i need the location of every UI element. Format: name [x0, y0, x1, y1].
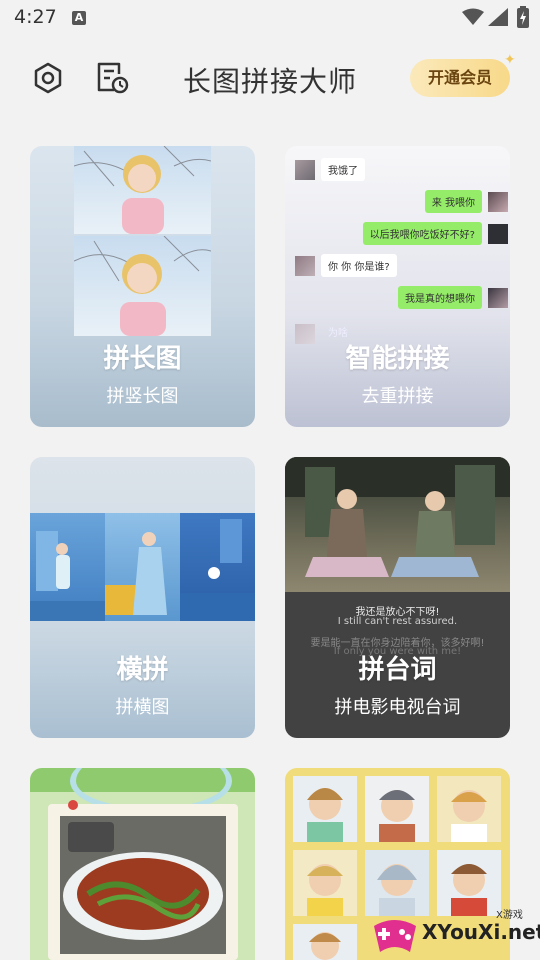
avatar	[295, 256, 315, 276]
sample-photo	[180, 513, 255, 621]
sample-photo	[293, 924, 357, 960]
chat-bubble: 我饿了	[321, 158, 365, 181]
sample-photo	[365, 776, 429, 842]
card-subtitle: 拼横图	[115, 697, 170, 718]
card-template-food[interactable]	[30, 768, 255, 960]
status-bar: 4:27 A	[0, 0, 540, 36]
card-smart-stitch[interactable]: 我饿了 来 我喂你 以后我喂你吃饭好不好? 你 你 你是谁? 我是真的想喂你 为…	[285, 146, 510, 427]
photo-frame	[48, 804, 238, 960]
card-long-image[interactable]: 拼长图 拼竖长图	[30, 146, 255, 427]
sparkle-icon: ✦	[504, 52, 516, 68]
app-header: 长图拼接大师 开通会员 ✦	[0, 48, 540, 108]
vip-button[interactable]: 开通会员	[410, 59, 510, 97]
card-horizontal[interactable]: 横拼 拼横图	[30, 457, 255, 738]
sample-photo	[105, 513, 180, 621]
avatar	[488, 288, 508, 308]
sample-photo	[293, 776, 357, 842]
watermark-label: X游戏	[496, 910, 523, 921]
chat-bubble: 你 你 你是谁?	[321, 254, 397, 277]
card-subtitle: 拼竖长图	[106, 386, 179, 407]
chat-bubble: 来 我喂你	[424, 190, 482, 213]
avatar	[295, 160, 315, 180]
battery-icon	[517, 6, 529, 28]
watermark-site: XYouXi.net	[422, 920, 540, 944]
sample-photo	[293, 850, 357, 916]
avatar	[488, 224, 508, 244]
chat-bubble: 以后我喂你吃饭好不好?	[362, 222, 482, 245]
watermark: X游戏 XYouXi.net	[370, 906, 540, 960]
card-title: 智能拼接	[345, 344, 450, 374]
sample-photo	[30, 513, 105, 621]
card-subtitle: 拼电影电视台词	[334, 697, 461, 718]
card-movie-lines[interactable]: 我还是放心不下呀! I still can't rest assured. 要是…	[285, 457, 510, 738]
sample-photo	[74, 236, 211, 336]
sample-photo	[74, 146, 211, 234]
sample-photo	[437, 776, 501, 842]
subtitle-line: I still can't rest assured.	[337, 616, 458, 627]
avatar	[488, 192, 508, 212]
pin-icon	[68, 800, 78, 810]
notification-icon: A	[72, 11, 86, 25]
signal-icon	[488, 8, 508, 26]
gamepad-logo-icon	[374, 920, 416, 952]
status-time: 4:27	[14, 6, 57, 28]
chat-bubble: 我是真的想喂你	[398, 286, 482, 309]
card-subtitle: 去重拼接	[361, 386, 434, 407]
movie-still	[285, 457, 510, 592]
card-title: 横拼	[116, 655, 169, 685]
card-title: 拼长图	[103, 344, 182, 374]
card-title: 拼台词	[358, 655, 437, 685]
wifi-icon	[462, 8, 484, 25]
